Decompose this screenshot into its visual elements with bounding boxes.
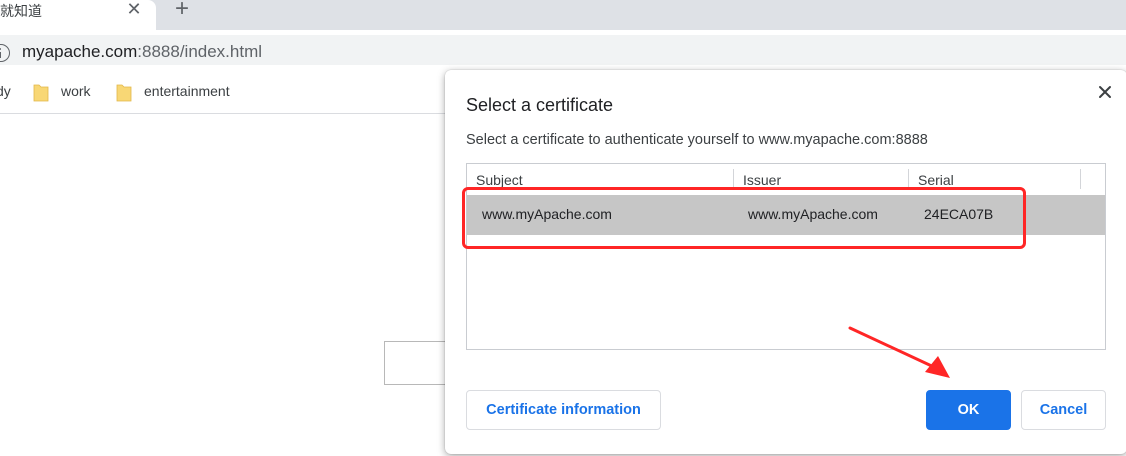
- url-text[interactable]: myapache.com:8888/index.html: [22, 42, 262, 62]
- column-divider: [733, 169, 734, 189]
- certificate-information-button[interactable]: Certificate information: [466, 390, 661, 430]
- bookmark-partial[interactable]: dy: [0, 83, 11, 99]
- close-icon[interactable]: [1095, 82, 1115, 102]
- column-header-subject[interactable]: Subject: [476, 172, 523, 188]
- dialog-subtitle: Select a certificate to authenticate you…: [466, 132, 928, 148]
- url-path: :8888/index.html: [137, 42, 263, 61]
- dialog-title: Select a certificate: [466, 95, 614, 115]
- tab-strip: 就知道 ✕ +: [0, 0, 1126, 30]
- column-header-issuer[interactable]: Issuer: [743, 172, 781, 188]
- cancel-button[interactable]: Cancel: [1021, 390, 1106, 430]
- url-host: myapache.com: [22, 42, 138, 61]
- select-certificate-dialog: Select a certificate Select a certificat…: [445, 70, 1126, 454]
- column-header-serial[interactable]: Serial: [918, 172, 954, 188]
- folder-icon: [33, 84, 49, 102]
- bookmark-entertainment[interactable]: entertainment: [144, 83, 230, 99]
- tab-title: 就知道: [0, 3, 42, 19]
- folder-icon: [116, 84, 132, 102]
- browser-tab[interactable]: 就知道 ✕: [0, 0, 156, 30]
- highlight-box-annotation: [462, 187, 1026, 249]
- new-tab-plus-icon[interactable]: +: [170, 0, 194, 22]
- ok-button[interactable]: OK: [926, 390, 1011, 430]
- column-divider: [908, 169, 909, 189]
- column-divider: [1080, 169, 1081, 189]
- bookmark-work[interactable]: work: [61, 83, 91, 99]
- tab-close-icon[interactable]: ✕: [124, 0, 144, 20]
